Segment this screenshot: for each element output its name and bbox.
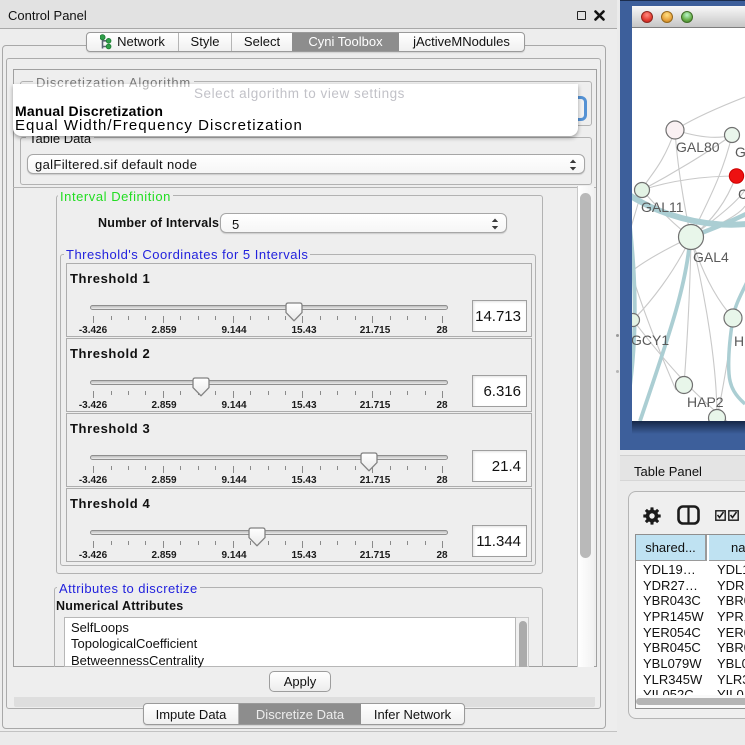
- svg-text:HAP2: HAP2: [687, 394, 724, 410]
- svg-text:GCY1: GCY1: [632, 332, 669, 348]
- svg-text:C: C: [738, 186, 745, 202]
- svg-text:GAL80: GAL80: [676, 139, 720, 155]
- svg-text:GAL11: GAL11: [641, 199, 684, 215]
- svg-text:G: G: [735, 144, 745, 160]
- svg-text:H: H: [734, 333, 744, 349]
- svg-text:GAL4: GAL4: [693, 249, 729, 265]
